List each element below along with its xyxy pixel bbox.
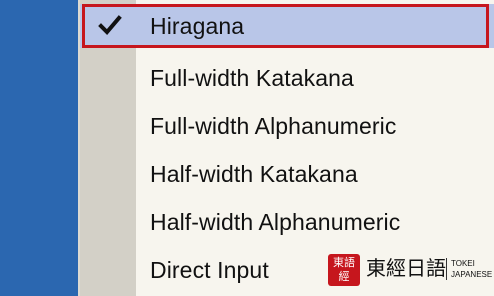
menu-item-label: Direct Input xyxy=(150,257,269,283)
menu-item-full-width-katakana[interactable]: Full-width Katakana xyxy=(80,56,494,100)
menu-item-label: Half-width Alphanumeric xyxy=(150,209,401,235)
menu-item-label: Half-width Katakana xyxy=(150,161,358,187)
menu-item-label: Full-width Katakana xyxy=(150,65,354,91)
menu-item-half-width-alphanumeric[interactable]: Half-width Alphanumeric xyxy=(80,200,494,244)
watermark-logo: 東語經 東經日語 TOKEI JAPANESE xyxy=(328,254,492,290)
menu-item-label: Hiragana xyxy=(150,13,245,39)
checkmark-icon xyxy=(98,15,122,35)
input-mode-menu: Hiragana Full-width Katakana Full-width … xyxy=(78,0,494,296)
watermark-side-text: TOKEI JAPANESE xyxy=(446,258,492,280)
watermark-brand: 東經日語 xyxy=(366,258,446,280)
screenshot-stage: Hiragana Full-width Katakana Full-width … xyxy=(0,0,494,296)
watermark-seal: 東語經 xyxy=(328,254,360,286)
menu-item-hiragana[interactable]: Hiragana xyxy=(80,4,494,48)
menu-item-label: Full-width Alphanumeric xyxy=(150,113,397,139)
menu-item-half-width-katakana[interactable]: Half-width Katakana xyxy=(80,152,494,196)
desktop-background xyxy=(0,0,78,296)
menu-item-full-width-alphanumeric[interactable]: Full-width Alphanumeric xyxy=(80,104,494,148)
